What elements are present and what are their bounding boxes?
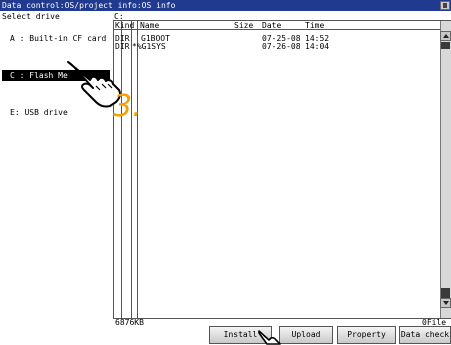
upload-button[interactable]: Upload <box>279 326 333 344</box>
file-name-cell[interactable]: *%G1SYS <box>132 43 166 51</box>
column-header-time[interactable]: Time <box>305 21 324 30</box>
column-header-kind[interactable]: Kind <box>115 21 134 30</box>
column-divider <box>131 20 132 319</box>
drive-a-builtin-cf-card[interactable]: A : Built-in CF card <box>2 33 110 44</box>
file-time-cell: 14:04 <box>305 42 330 51</box>
column-divider <box>137 20 138 319</box>
window-close-button[interactable] <box>440 1 450 10</box>
column-header-size[interactable]: Size <box>234 21 253 30</box>
scroll-thumb-lower[interactable] <box>441 288 450 298</box>
footer-divider <box>113 318 451 319</box>
step-number-label: 3. <box>113 89 142 124</box>
scroll-down-button[interactable] <box>440 298 451 308</box>
scroll-up-button[interactable] <box>440 31 451 41</box>
file-list-panel[interactable] <box>113 20 451 319</box>
data-check-button[interactable]: Data check <box>399 326 451 344</box>
free-space-size: 6876KB <box>115 318 144 327</box>
window-title-bar: Data control:OS/project info:OS info <box>0 0 451 11</box>
pointing-hand-icon <box>258 330 281 345</box>
file-kind-cell[interactable]: DIR <box>115 43 129 51</box>
column-header-name[interactable]: Name <box>140 21 159 30</box>
column-header-date[interactable]: Date <box>262 21 281 30</box>
vertical-scrollbar[interactable] <box>440 21 451 318</box>
header-divider <box>113 29 451 30</box>
drive-e-usb[interactable]: E: USB drive <box>2 107 110 118</box>
property-button[interactable]: Property <box>337 326 396 344</box>
window-title: Data control:OS/project info:OS info <box>2 1 176 10</box>
file-date-cell: 07-26-08 <box>262 42 301 51</box>
scroll-thumb[interactable] <box>441 42 450 49</box>
select-drive-label: Select drive <box>2 12 60 21</box>
